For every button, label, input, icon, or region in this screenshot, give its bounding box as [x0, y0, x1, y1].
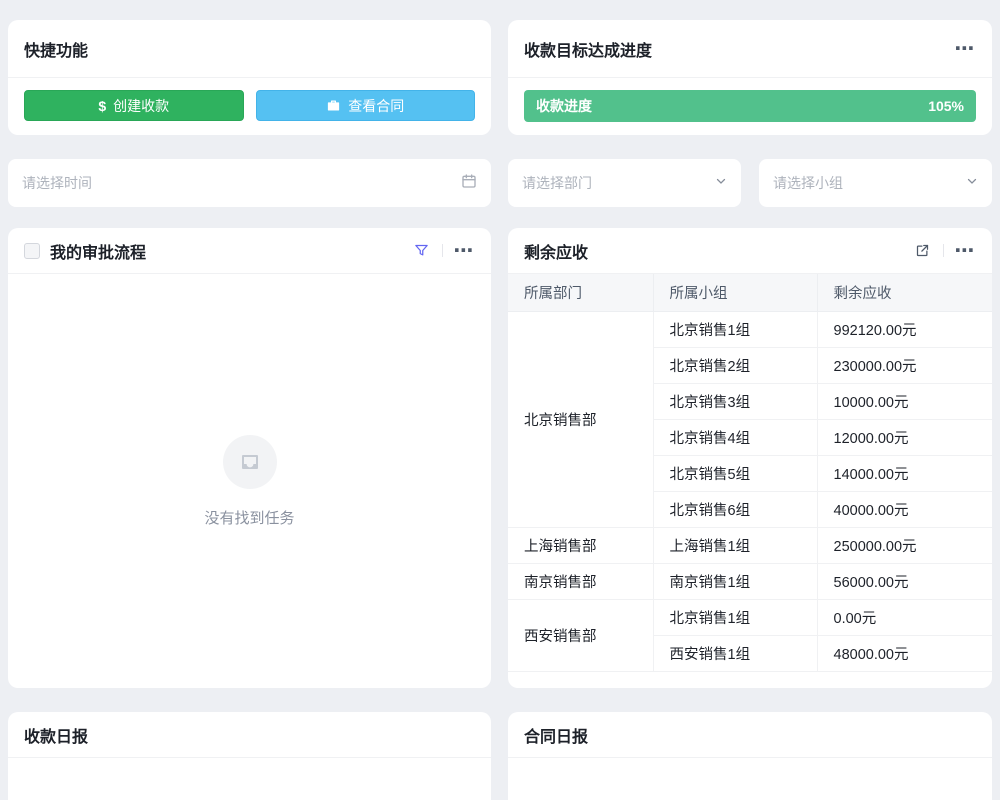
card-title: 剩余应收	[524, 239, 588, 263]
receivables-card-header: 剩余应收 ⋯	[508, 228, 992, 274]
progress-card-header: 收款目标达成进度 ⋯	[508, 20, 992, 78]
approval-empty-state: 没有找到任务	[8, 274, 491, 688]
amount-cell: 14000.00元	[817, 455, 992, 491]
group-select-placeholder: 请选择小组	[773, 173, 843, 193]
receivables-card: 剩余应收 ⋯ 所属部门 所属小组 剩余应收 北京销售部北京销售1组992120.…	[508, 228, 992, 688]
empty-state-text: 没有找到任务	[204, 507, 294, 528]
group-cell: 北京销售6组	[653, 491, 817, 527]
card-title: 合同日报	[524, 723, 588, 747]
column-header-group: 所属小组	[653, 274, 817, 311]
filter-group: 请选择部门 请选择小组	[508, 159, 992, 207]
approval-checkbox[interactable]	[24, 243, 40, 259]
chevron-down-icon	[966, 174, 978, 192]
column-header-department: 所属部门	[508, 274, 653, 311]
empty-inbox-icon	[223, 435, 277, 489]
group-select[interactable]: 请选择小组	[759, 159, 992, 207]
external-link-icon[interactable]	[911, 240, 933, 262]
amount-cell: 992120.00元	[817, 311, 992, 347]
more-icon[interactable]: ⋯	[954, 240, 976, 262]
table-row: 上海销售部上海销售1组250000.00元	[508, 527, 992, 563]
amount-cell: 250000.00元	[817, 527, 992, 563]
more-icon[interactable]: ⋯	[453, 240, 475, 262]
approval-card-header: 我的审批流程 ⋯	[8, 228, 491, 274]
amount-cell: 0.00元	[817, 599, 992, 635]
column-header-amount: 剩余应收	[817, 274, 992, 311]
create-payment-button[interactable]: $ 创建收款	[24, 90, 244, 121]
quick-actions-card: 快捷功能 $ 创建收款 查看合同	[8, 20, 491, 135]
department-cell: 北京销售部	[508, 311, 653, 527]
table-row: 西安销售部北京销售1组0.00元	[508, 599, 992, 635]
progress-card: 收款目标达成进度 ⋯ 收款进度 105%	[508, 20, 992, 135]
progress-card-body: 收款进度 105%	[508, 78, 992, 122]
contract-daily-header: 合同日报	[508, 712, 992, 758]
dashboard-page: 快捷功能 $ 创建收款 查看合同 收款目标达成进度 ⋯ 收款进度 105%	[0, 0, 1000, 800]
payment-progress-bar: 收款进度 105%	[524, 90, 976, 122]
group-cell: 北京销售5组	[653, 455, 817, 491]
filter-icon[interactable]	[410, 240, 432, 262]
time-picker[interactable]: 请选择时间	[8, 159, 491, 207]
chevron-down-icon	[715, 174, 727, 192]
receivables-table: 所属部门 所属小组 剩余应收 北京销售部北京销售1组992120.00元北京销售…	[508, 274, 992, 672]
group-cell: 北京销售1组	[653, 311, 817, 347]
table-header-row: 所属部门 所属小组 剩余应收	[508, 274, 992, 311]
progress-bar-label: 收款进度	[536, 96, 592, 116]
department-cell: 西安销售部	[508, 599, 653, 671]
card-title: 收款日报	[24, 723, 88, 747]
amount-cell: 48000.00元	[817, 635, 992, 671]
table-row: 北京销售部北京销售1组992120.00元	[508, 311, 992, 347]
time-picker-placeholder: 请选择时间	[22, 173, 92, 193]
quick-actions-body: $ 创建收款 查看合同	[8, 78, 491, 121]
group-cell: 北京销售1组	[653, 599, 817, 635]
group-cell: 南京销售1组	[653, 563, 817, 599]
quick-actions-header: 快捷功能	[8, 20, 491, 78]
more-icon[interactable]: ⋯	[954, 38, 976, 60]
card-title: 我的审批流程	[50, 239, 146, 263]
create-payment-label: 创建收款	[113, 96, 169, 116]
department-select-placeholder: 请选择部门	[522, 173, 592, 193]
amount-cell: 56000.00元	[817, 563, 992, 599]
card-title: 快捷功能	[24, 37, 88, 61]
group-cell: 北京销售3组	[653, 383, 817, 419]
payment-daily-card: 收款日报	[8, 712, 491, 800]
header-divider	[943, 244, 944, 257]
group-cell: 北京销售2组	[653, 347, 817, 383]
amount-cell: 10000.00元	[817, 383, 992, 419]
amount-cell: 12000.00元	[817, 419, 992, 455]
department-cell: 上海销售部	[508, 527, 653, 563]
card-title: 收款目标达成进度	[524, 37, 652, 61]
department-select[interactable]: 请选择部门	[508, 159, 741, 207]
approval-card: 我的审批流程 ⋯ 没有找到任务	[8, 228, 491, 688]
calendar-icon	[461, 173, 477, 194]
group-cell: 上海销售1组	[653, 527, 817, 563]
payment-daily-header: 收款日报	[8, 712, 491, 758]
group-cell: 北京销售4组	[653, 419, 817, 455]
group-cell: 西安销售1组	[653, 635, 817, 671]
header-divider	[442, 244, 443, 257]
amount-cell: 40000.00元	[817, 491, 992, 527]
progress-bar-value: 105%	[928, 98, 964, 114]
amount-cell: 230000.00元	[817, 347, 992, 383]
contract-daily-card: 合同日报	[508, 712, 992, 800]
receivables-table-body: 北京销售部北京销售1组992120.00元北京销售2组230000.00元北京销…	[508, 311, 992, 671]
table-row: 南京销售部南京销售1组56000.00元	[508, 563, 992, 599]
dollar-icon: $	[98, 98, 106, 114]
briefcase-icon	[326, 98, 341, 113]
view-contract-label: 查看合同	[348, 96, 404, 116]
view-contract-button[interactable]: 查看合同	[256, 90, 476, 121]
department-cell: 南京销售部	[508, 563, 653, 599]
